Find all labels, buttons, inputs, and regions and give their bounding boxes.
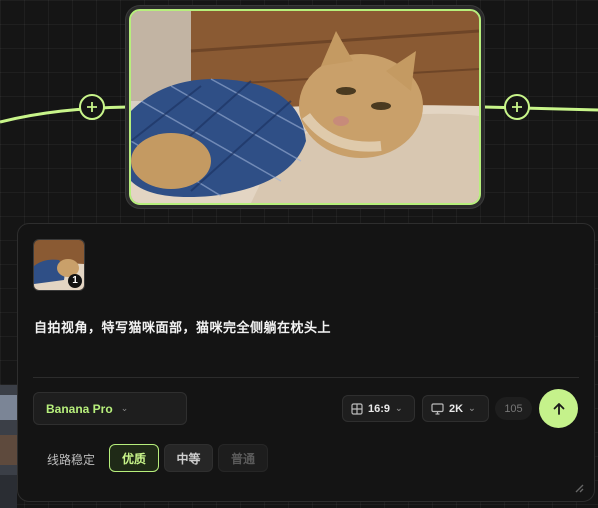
monitor-icon (431, 402, 444, 415)
aspect-ratio-label: 16:9 (368, 402, 391, 415)
divider (33, 377, 579, 378)
resolution-select[interactable]: 2K ⌄ (422, 395, 489, 422)
grid-icon (351, 402, 363, 415)
route-label: 线路稳定 (47, 453, 96, 467)
send-button[interactable] (539, 389, 578, 428)
credit-count: 105 (495, 397, 532, 420)
arrow-up-icon (553, 402, 564, 415)
background-image-strip (0, 385, 17, 508)
chevron-down-icon: ⌄ (468, 403, 476, 413)
plus-icon (87, 102, 97, 112)
wire-left (0, 105, 129, 124)
reference-image-thumbnail[interactable]: 1 (33, 239, 85, 291)
reference-count-badge: 1 (68, 274, 82, 288)
image-node[interactable] (126, 6, 484, 208)
add-node-right-button[interactable] (504, 94, 530, 120)
chevron-down-icon: ⌄ (395, 403, 403, 413)
route-option-premium[interactable]: 优质 (109, 444, 159, 472)
cat-photo (131, 11, 479, 203)
prompt-text[interactable]: 自拍视角，特写猫咪面部，猫咪完全侧躺在枕头上 (34, 317, 331, 336)
add-node-left-button[interactable] (79, 94, 105, 120)
prompt-panel: 1 自拍视角，特写猫咪面部，猫咪完全侧躺在枕头上 Banana Pro ⌄ 16… (17, 223, 595, 502)
aspect-ratio-select[interactable]: 16:9 ⌄ (342, 395, 415, 422)
plus-icon (512, 102, 522, 112)
route-option-medium[interactable]: 中等 (164, 444, 213, 472)
resize-handle-icon[interactable] (574, 483, 584, 493)
chevron-down-icon: ⌄ (120, 403, 129, 413)
wire-right (483, 105, 598, 112)
generated-image (129, 9, 481, 205)
route-option-standard[interactable]: 普通 (218, 444, 268, 472)
model-select[interactable]: Banana Pro ⌄ (33, 392, 187, 425)
resolution-label: 2K (449, 402, 464, 415)
model-label: Banana Pro (46, 401, 113, 416)
